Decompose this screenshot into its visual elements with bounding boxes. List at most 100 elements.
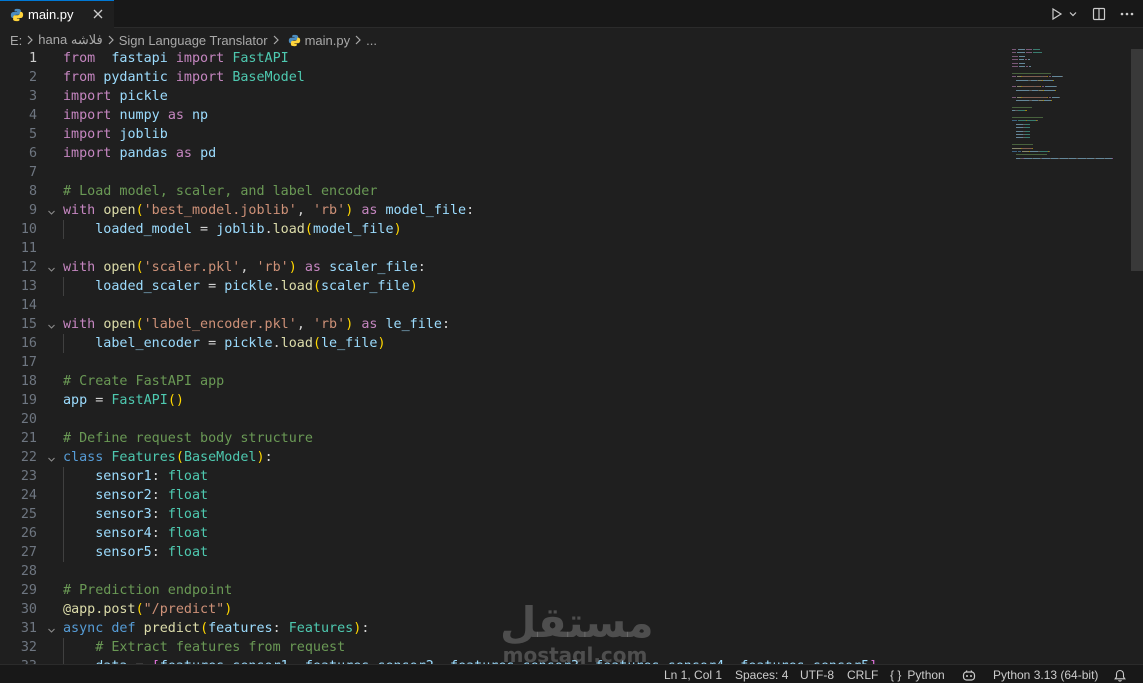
- fold-chevron-icon[interactable]: [46, 262, 57, 273]
- code-line[interactable]: 10 loaded_model = joblib.load(model_file…: [0, 220, 1010, 239]
- code-line[interactable]: 24 sensor2: float: [0, 486, 1010, 505]
- code-text: sensor5: float: [63, 543, 208, 562]
- code-token: sensor5: [95, 545, 152, 560]
- code-line[interactable]: 5 import joblib: [0, 125, 1010, 144]
- code-line[interactable]: 9 with open('best_model.joblib', 'rb') as…: [0, 201, 1010, 220]
- code-token: float: [167, 526, 209, 541]
- code-line[interactable]: 8 # Load model, scaler, and label encoder: [0, 182, 1010, 201]
- code-line[interactable]: 15 with open('label_encoder.pkl', 'rb') a…: [0, 315, 1010, 334]
- split-editor-icon[interactable]: [1089, 4, 1109, 24]
- minimap-mark: [1012, 151, 1017, 152]
- breadcrumb: E: hana فلاشه Sign Language Translator m…: [0, 29, 1143, 51]
- minimap-mark: [1025, 137, 1030, 139]
- code-token: with: [63, 260, 96, 275]
- code-token: :: [151, 507, 168, 522]
- code-line[interactable]: 20: [0, 410, 1010, 429]
- code-token: pydantic: [103, 70, 168, 85]
- indentation[interactable]: Spaces: 4: [735, 667, 788, 683]
- minimap-mark: [1047, 76, 1048, 78]
- code-token: "/predict": [143, 602, 225, 617]
- line-number: 20: [20, 412, 37, 427]
- code-line[interactable]: 3 import pickle: [0, 87, 1010, 106]
- code-text: # Extract features from request: [63, 638, 345, 657]
- minimap-mark: [1022, 147, 1032, 149]
- line-number: 26: [20, 526, 37, 541]
- copilot-icon[interactable]: [962, 667, 976, 683]
- code-editor[interactable]: 1 from fastapi import FastAPI 2 from pydant…: [0, 49, 1129, 664]
- indent-guide: [63, 524, 64, 543]
- code-token: import: [63, 108, 112, 123]
- tab-main-py[interactable]: main.py: [0, 0, 114, 28]
- minimap-mark: [1049, 151, 1050, 152]
- code-line[interactable]: 7: [0, 163, 1010, 182]
- code-line[interactable]: 27 sensor5: float: [0, 543, 1010, 562]
- fold-chevron-icon[interactable]: [46, 205, 57, 216]
- code-line[interactable]: 22 class Features(BaseModel):: [0, 448, 1010, 467]
- fold-chevron-icon[interactable]: [46, 623, 57, 634]
- indent-guide: [63, 220, 64, 239]
- breadcrumb-file[interactable]: main.py: [305, 33, 351, 48]
- chevron-right-icon: [24, 34, 36, 46]
- minimap-mark: [1087, 157, 1094, 159]
- code-line[interactable]: 6 import pandas as pd: [0, 144, 1010, 163]
- code-line[interactable]: 1 from fastapi import FastAPI: [0, 49, 1010, 68]
- code-token: (: [312, 279, 321, 294]
- code-token: as: [175, 146, 192, 161]
- minimap-mark: [1016, 123, 1023, 125]
- code-line[interactable]: 4 import numpy as np: [0, 106, 1010, 125]
- encoding[interactable]: UTF-8: [800, 667, 834, 683]
- breadcrumb-drive[interactable]: E:: [10, 33, 22, 48]
- code-line[interactable]: 21 # Define request body structure: [0, 429, 1010, 448]
- bell-icon[interactable]: [1114, 667, 1126, 683]
- close-icon[interactable]: [90, 6, 106, 22]
- code-line[interactable]: 18 # Create FastAPI app: [0, 372, 1010, 391]
- code-token: open: [103, 317, 136, 332]
- minimap[interactable]: [1012, 49, 1129, 169]
- tab-label: main.py: [28, 7, 74, 22]
- code-line[interactable]: 12 with open('scaler.pkl', 'rb') as scale…: [0, 258, 1010, 277]
- code-token: (: [135, 203, 144, 218]
- code-token: .: [272, 279, 281, 294]
- code-line[interactable]: 14: [0, 296, 1010, 315]
- code-line[interactable]: 28: [0, 562, 1010, 581]
- code-token: :: [441, 317, 450, 332]
- minimap-mark: [1012, 59, 1018, 61]
- breadcrumb-folder-hana[interactable]: hana فلاشه: [38, 32, 102, 48]
- fold-chevron-icon[interactable]: [46, 452, 57, 463]
- minimap-mark: [1040, 151, 1048, 152]
- line-ending[interactable]: CRLF: [847, 667, 878, 683]
- breadcrumb-folder-project[interactable]: Sign Language Translator: [119, 33, 268, 48]
- python-interpreter[interactable]: Python 3.13 (64-bit): [993, 667, 1098, 683]
- code-line[interactable]: 16 label_encoder = pickle.load(le_file): [0, 334, 1010, 353]
- code-line[interactable]: 13 loaded_scaler = pickle.load(scaler_fi…: [0, 277, 1010, 296]
- code-line[interactable]: 23 sensor1: float: [0, 467, 1010, 486]
- breadcrumb-more[interactable]: ...: [366, 33, 377, 48]
- code-line[interactable]: 2 from pydantic import BaseModel: [0, 68, 1010, 87]
- run-icon[interactable]: [1047, 4, 1067, 24]
- language-mode[interactable]: { } Python: [890, 667, 945, 683]
- code-token: ,: [240, 260, 257, 275]
- minimap-mark: [1018, 120, 1026, 122]
- tab-bar: main.py: [0, 0, 1143, 28]
- code-line[interactable]: 11: [0, 239, 1010, 258]
- code-line[interactable]: 26 sensor4: float: [0, 524, 1010, 543]
- code-line[interactable]: 19 app = FastAPI(): [0, 391, 1010, 410]
- code-token: import: [63, 89, 112, 104]
- code-line[interactable]: 25 sensor3: float: [0, 505, 1010, 524]
- code-line[interactable]: 17: [0, 353, 1010, 372]
- code-token: numpy: [119, 108, 160, 123]
- more-icon[interactable]: [1117, 4, 1137, 24]
- cursor-position[interactable]: Ln 1, Col 1: [664, 667, 722, 683]
- chevron-down-icon[interactable]: [1067, 4, 1079, 24]
- minimap-mark: [1062, 76, 1063, 78]
- vertical-scrollbar-thumb[interactable]: [1131, 49, 1143, 271]
- minimap-mark: [1016, 89, 1029, 91]
- fold-chevron-icon[interactable]: [46, 319, 57, 330]
- code-text: async def predict(features: Features):: [63, 619, 369, 638]
- minimap-mark: [1012, 144, 1033, 146]
